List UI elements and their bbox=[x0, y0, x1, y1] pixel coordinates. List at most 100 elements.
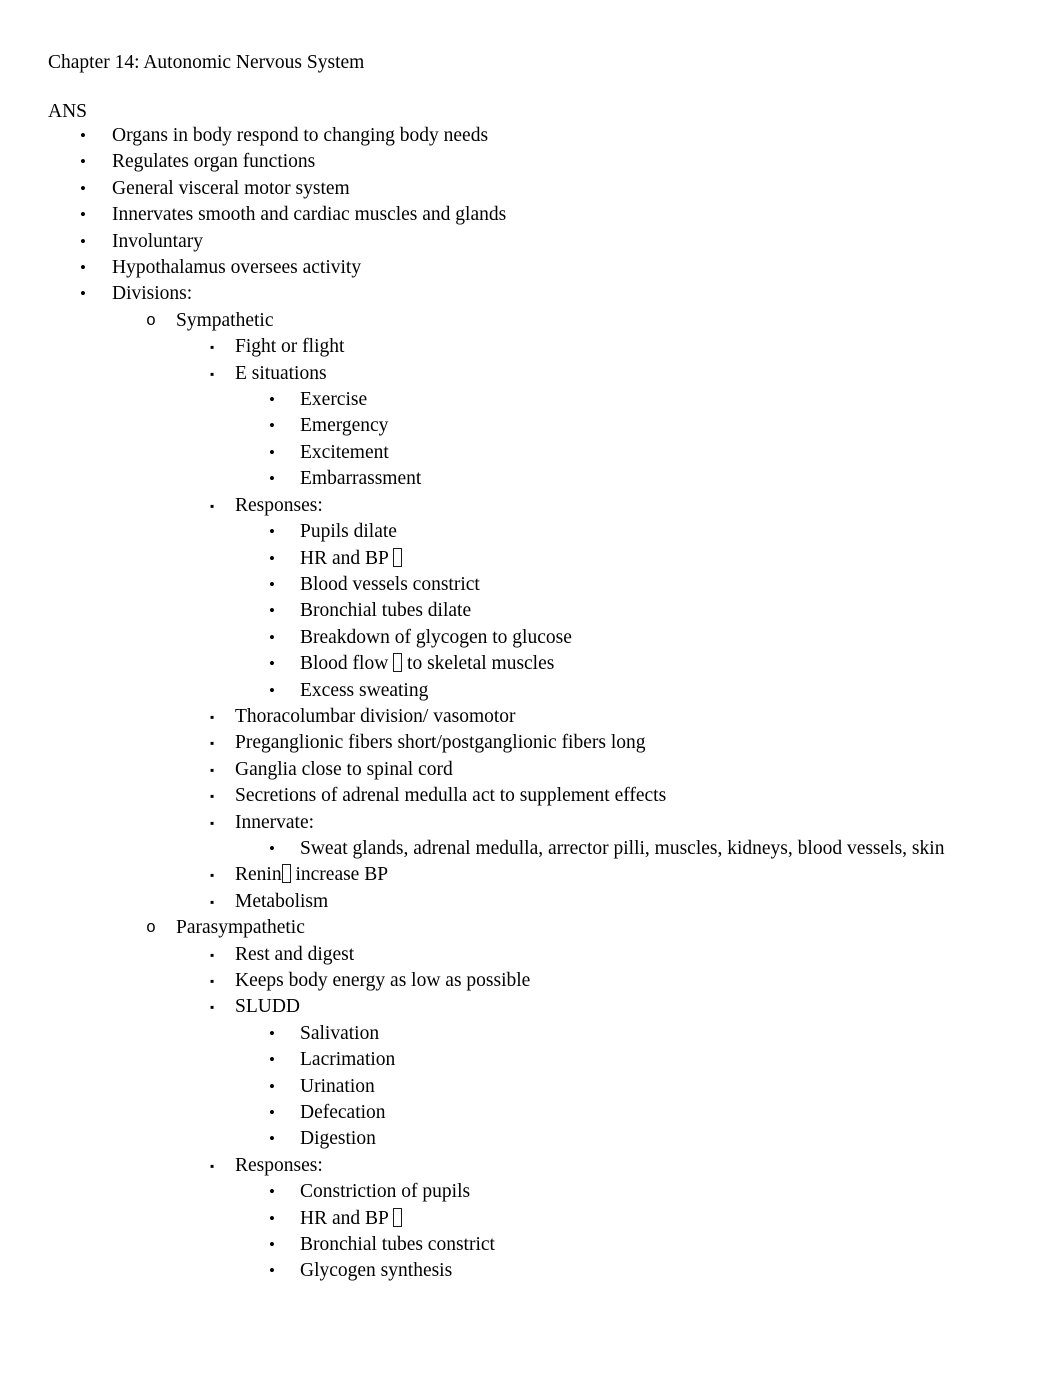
list-item-label: Ganglia close to spinal cord bbox=[235, 758, 453, 780]
bullet-disc-icon: • bbox=[80, 126, 86, 145]
page-title: Chapter 14: Autonomic Nervous System bbox=[48, 52, 365, 73]
list-item-label: Regulates organ functions bbox=[112, 151, 316, 173]
bullet-disc-icon: • bbox=[269, 390, 275, 410]
list-item-sympathetic: o Sympathetic bbox=[0, 308, 1062, 334]
list-item: • Defecation bbox=[0, 1100, 1062, 1126]
text-before-glyph: Blood flow bbox=[300, 653, 394, 675]
list-item: ▪ Rest and digest bbox=[0, 942, 1062, 968]
list-item-sludd: ▪ SLUDD bbox=[0, 994, 1062, 1020]
bullet-square-icon: ▪ bbox=[210, 1000, 215, 1015]
missing-glyph-box-icon bbox=[281, 864, 291, 884]
bullet-square-icon: ▪ bbox=[210, 815, 215, 830]
list-item-label: Sweat glands, adrenal medulla, arrector … bbox=[300, 837, 945, 859]
list-item-label: SLUDD bbox=[235, 996, 301, 1018]
bullet-disc-icon: • bbox=[269, 469, 275, 489]
list-item-label: Thoracolumbar division/ vasomotor bbox=[235, 705, 516, 727]
list-item-label: Renin increase BP bbox=[235, 862, 1062, 888]
bullet-disc-icon: • bbox=[269, 654, 275, 674]
list-item-label: Glycogen synthesis bbox=[300, 1260, 453, 1282]
bullet-square-icon: ▪ bbox=[210, 894, 215, 909]
outline-list: • Organs in body respond to changing bod… bbox=[0, 123, 1062, 1285]
list-item-label: Blood flow to skeletal muscles bbox=[300, 651, 1062, 677]
bullet-square-icon: ▪ bbox=[210, 762, 215, 777]
list-item: ▪ Metabolism bbox=[0, 889, 1062, 915]
list-item-label: Keeps body energy as low as possible bbox=[235, 970, 531, 991]
list-item-label: Organs in body respond to changing body … bbox=[112, 125, 489, 146]
list-item-label: Constriction of pupils bbox=[300, 1181, 471, 1203]
list-item-parasympathetic: o Parasympathetic bbox=[0, 915, 1062, 941]
bullet-square-icon: ▪ bbox=[210, 974, 215, 988]
list-item-label: Involuntary bbox=[112, 230, 203, 252]
list-item: • Constriction of pupils bbox=[0, 1179, 1062, 1205]
bullet-disc-icon: • bbox=[269, 680, 275, 700]
bullet-square-icon: ▪ bbox=[210, 789, 215, 804]
bullet-square-icon: ▪ bbox=[210, 868, 215, 883]
text-after-glyph: to skeletal muscles bbox=[402, 653, 555, 675]
bullet-disc-icon: • bbox=[269, 1235, 275, 1255]
list-item-label: Embarrassment bbox=[300, 468, 422, 490]
list-item: • Hypothalamus oversees activity bbox=[0, 255, 1062, 281]
list-item: • General visceral motor system bbox=[0, 176, 1062, 202]
document-page: Chapter 14: Autonomic Nervous System ANS… bbox=[0, 0, 1062, 1377]
list-item: ▪ Ganglia close to spinal cord bbox=[0, 757, 1062, 783]
list-item-label: Pupils dilate bbox=[300, 521, 397, 543]
list-item-label: Excess sweating bbox=[300, 679, 429, 701]
list-item-label: Metabolism bbox=[235, 890, 329, 912]
list-item-label: Hypothalamus oversees activity bbox=[112, 257, 362, 279]
bullet-disc-icon: • bbox=[269, 1023, 275, 1043]
list-item-label: HR and BP bbox=[300, 546, 1062, 572]
list-item-label: Preganglionic fibers short/postganglioni… bbox=[235, 732, 646, 754]
list-item-label: Parasympathetic bbox=[176, 917, 305, 939]
list-item-hr-bp: • HR and BP bbox=[0, 1206, 1062, 1232]
list-item-label: HR and BP bbox=[300, 1206, 1062, 1232]
text-after-glyph: increase BP bbox=[290, 864, 389, 886]
list-item: • Regulates organ functions bbox=[0, 149, 1062, 175]
list-item-label: Breakdown of glycogen to glucose bbox=[300, 626, 572, 648]
list-item-label: Salivation bbox=[300, 1022, 380, 1044]
bullet-disc-icon: • bbox=[269, 1208, 275, 1228]
bullet-square-icon: ▪ bbox=[210, 1158, 215, 1173]
missing-glyph-box-icon bbox=[393, 1207, 402, 1227]
list-item-renin: ▪ Renin increase BP bbox=[0, 862, 1062, 888]
list-item: • Bronchial tubes constrict bbox=[0, 1232, 1062, 1258]
bullet-disc-icon: • bbox=[269, 1261, 275, 1281]
missing-glyph-box-icon bbox=[393, 547, 402, 567]
list-item-label: Innervate: bbox=[235, 811, 315, 833]
bullet-disc-icon: • bbox=[269, 1050, 275, 1070]
bullet-disc-icon: • bbox=[269, 574, 275, 594]
list-item-label: Secretions of adrenal medulla act to sup… bbox=[235, 785, 667, 807]
bullet-disc-icon: • bbox=[80, 284, 86, 304]
list-item: ▪ Fight or flight bbox=[0, 334, 1062, 360]
text-before-glyph: Renin bbox=[235, 864, 282, 886]
bullet-square-icon: ▪ bbox=[210, 709, 215, 724]
bullet-circle-icon: o bbox=[146, 310, 156, 330]
list-item-label: Digestion bbox=[300, 1128, 376, 1150]
bullet-square-icon: ▪ bbox=[210, 340, 215, 355]
list-item: • Emergency bbox=[0, 413, 1062, 439]
bullet-disc-icon: • bbox=[269, 1129, 275, 1149]
missing-glyph-box-icon bbox=[393, 653, 403, 673]
list-item: • Exercise bbox=[0, 387, 1062, 413]
bullet-disc-icon: • bbox=[269, 522, 275, 542]
bullet-square-icon: ▪ bbox=[210, 366, 215, 381]
section-label-ans: ANS bbox=[48, 101, 88, 122]
bullet-disc-icon: • bbox=[269, 1103, 275, 1123]
list-item-label: Blood vessels constrict bbox=[300, 573, 480, 595]
list-item: ▪ Keeps body energy as low as possible bbox=[0, 968, 1062, 994]
bullet-square-icon: ▪ bbox=[210, 736, 215, 751]
list-item-label: Responses: bbox=[235, 1154, 323, 1176]
list-item-label: E situations bbox=[235, 362, 327, 384]
list-item-label: Bronchial tubes dilate bbox=[300, 600, 472, 622]
list-item: • Embarrassment bbox=[0, 466, 1062, 492]
bullet-disc-icon: • bbox=[80, 152, 86, 172]
list-item-label: Innervates smooth and cardiac muscles an… bbox=[112, 204, 507, 226]
list-item: • Glycogen synthesis bbox=[0, 1258, 1062, 1284]
bullet-disc-icon: • bbox=[269, 548, 275, 568]
list-item-label: Lacrimation bbox=[300, 1049, 396, 1071]
list-item: ▪ Thoracolumbar division/ vasomotor bbox=[0, 704, 1062, 730]
list-item: • Breakdown of glycogen to glucose bbox=[0, 625, 1062, 651]
text-before-glyph: HR and BP bbox=[300, 1207, 393, 1229]
bullet-disc-icon: • bbox=[269, 838, 275, 858]
bullet-disc-icon: • bbox=[80, 205, 86, 225]
list-item: • Excitement bbox=[0, 440, 1062, 466]
